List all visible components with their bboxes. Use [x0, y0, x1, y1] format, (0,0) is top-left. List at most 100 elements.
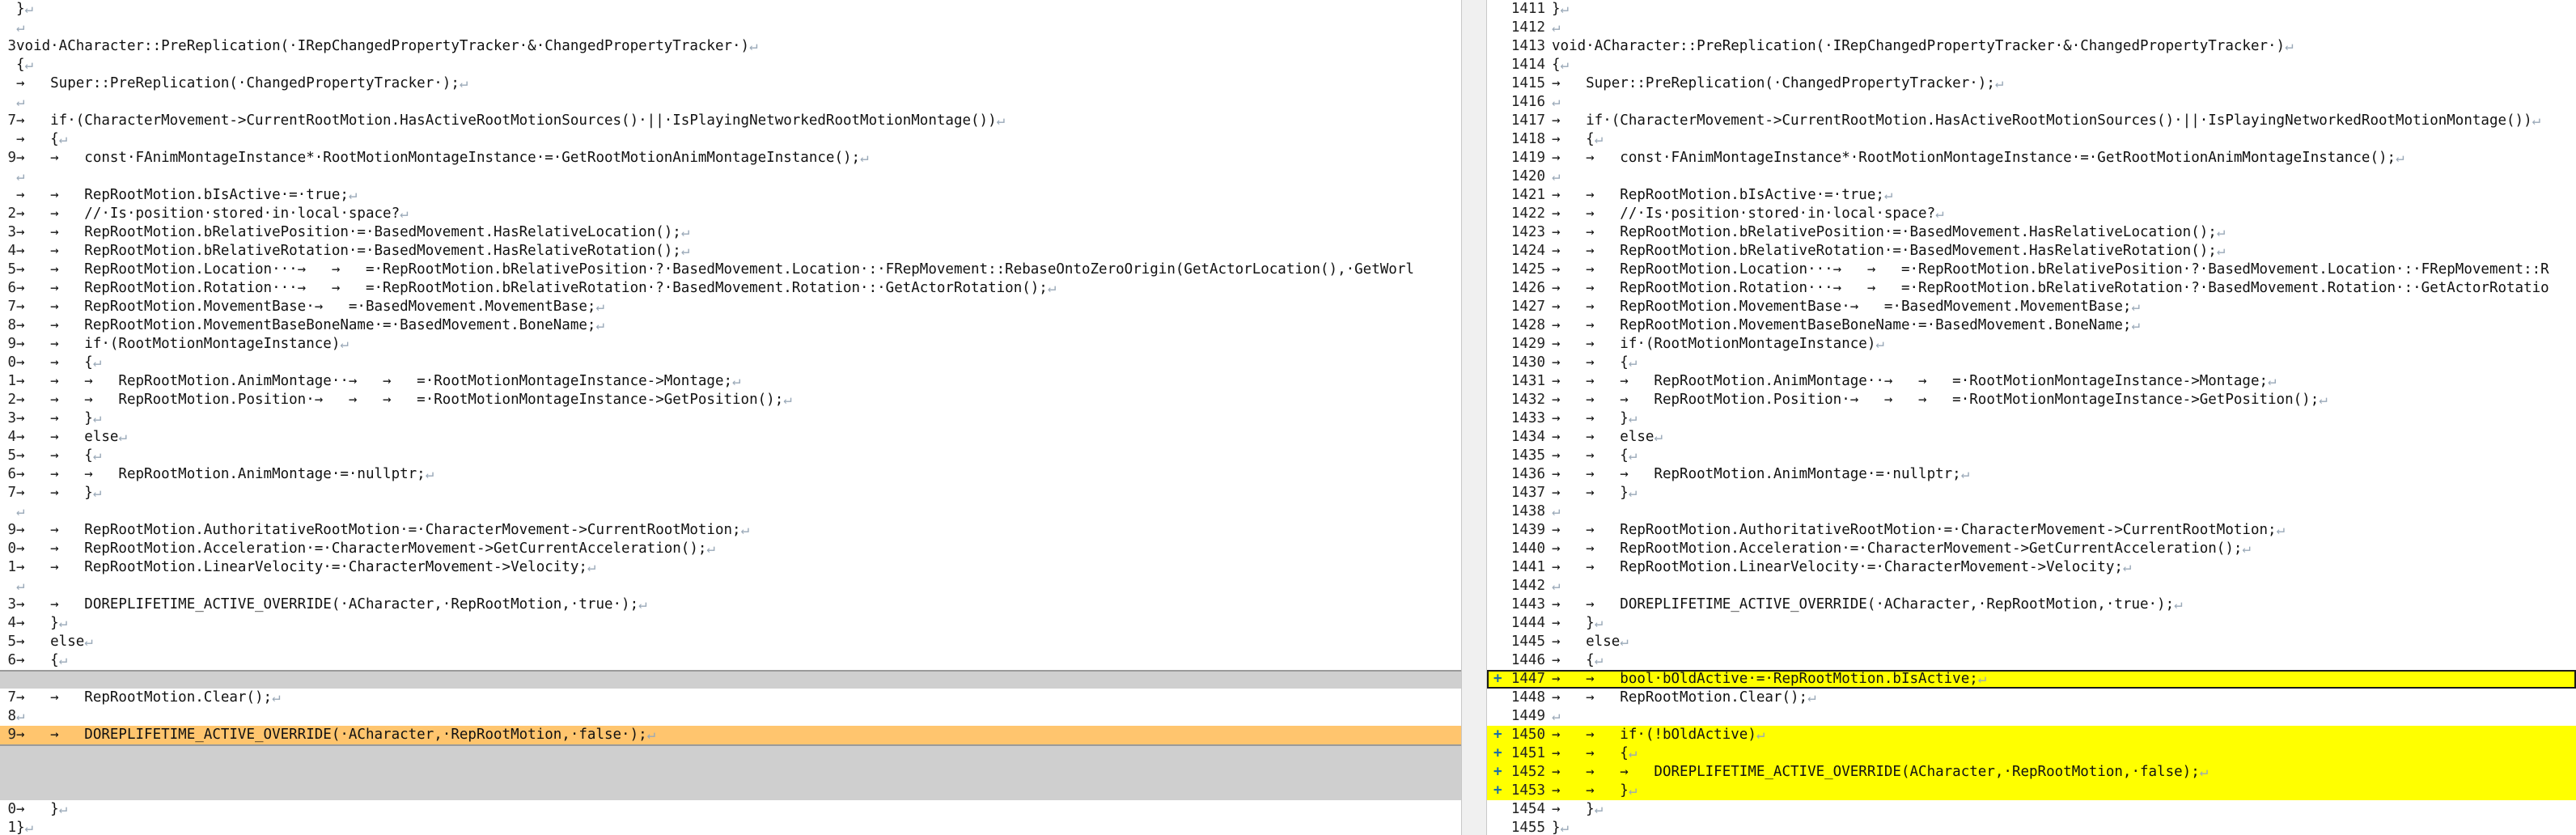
code-line[interactable]: +1450 → → if·(!bOldActive)↵ [1487, 726, 2576, 744]
code-line[interactable]: → {↵ [0, 130, 1461, 149]
code-line[interactable]: 2 → → //·Is·position·stored·in·local·spac… [0, 205, 1461, 223]
left-code-pane[interactable]: }↵ ↵ 3 void·ACharacter::PreReplication(·IRe… [0, 0, 1461, 835]
code-line[interactable]: 5 → → {↵ [0, 447, 1461, 465]
code-line[interactable]: 1444 → }↵ [1487, 614, 2576, 633]
code-line[interactable]: 1435 → → {↵ [1487, 447, 2576, 465]
code-text: → Super::PreReplication(·ChangedProperty… [16, 74, 468, 93]
line-number: 1446 [1510, 652, 1545, 668]
code-line[interactable]: 7 → → RepRootMotion.MovementBase·→ =·Base… [0, 298, 1461, 316]
code-line[interactable]: 6 → → RepRootMotion.Rotation···→ → =·RepR… [0, 279, 1461, 298]
code-line[interactable]: +1447 → → bool·bOldActive·=·RepRootMotion… [1487, 670, 2576, 689]
code-line[interactable]: 1419 → → const·FAnimMontageInstance*·Root… [1487, 149, 2576, 167]
code-line[interactable]: ↵ [0, 93, 1461, 112]
code-line[interactable]: 4 → }↵ [0, 614, 1461, 633]
code-line[interactable]: 8 → → RepRootMotion.MovementBaseBoneName·… [0, 316, 1461, 335]
code-line[interactable]: 9 → → if·(RootMotionMontageInstance)↵ [0, 335, 1461, 354]
code-line[interactable]: 3 void·ACharacter::PreReplication(·IRepCh… [0, 37, 1461, 56]
code-line[interactable]: 8 ↵ [0, 707, 1461, 726]
code-line[interactable]: ↵ [0, 19, 1461, 37]
code-line[interactable]: 1432 → → → RepRootMotion.Position·→ → → =… [1487, 391, 2576, 409]
code-line[interactable]: 0 → → RepRootMotion.Acceleration·=·Charac… [0, 540, 1461, 558]
code-line[interactable]: 1421 → → RepRootMotion.bIsActive·=·true;↵ [1487, 186, 2576, 205]
code-line[interactable]: +1451 → → {↵ [1487, 744, 2576, 763]
code-line[interactable]: 1 → → RepRootMotion.LinearVelocity·=·Char… [0, 558, 1461, 577]
code-line[interactable]: 1420 ↵ [1487, 167, 2576, 186]
code-line[interactable]: 1424 → → RepRootMotion.bRelativeRotation·… [1487, 242, 2576, 261]
code-line[interactable]: 5 → → RepRootMotion.Location···→ → =·RepR… [0, 261, 1461, 279]
code-line[interactable]: 9 → → DOREPLIFETIME_ACTIVE_OVERRIDE(·ACha… [0, 726, 1461, 744]
code-line[interactable]: 6 → → → RepRootMotion.AnimMontage·=·nullp… [0, 465, 1461, 484]
line-end-marker-icon: ↵ [595, 317, 604, 333]
code-line[interactable]: 1455}↵ [1487, 819, 2576, 835]
code-line[interactable]: 1412 ↵ [1487, 19, 2576, 37]
code-line[interactable]: 1427 → → RepRootMotion.MovementBase·→ =·B… [1487, 298, 2576, 316]
pane-splitter[interactable] [1461, 0, 1487, 835]
code-line[interactable]: 1434 → → else↵ [1487, 428, 2576, 447]
code-line[interactable]: 3 → → RepRootMotion.bRelativePosition·=·B… [0, 223, 1461, 242]
code-line[interactable]: 1411}↵ [1487, 0, 2576, 19]
code-line[interactable]: 1414 {↵ [1487, 56, 2576, 74]
code-line[interactable]: ↵ [0, 167, 1461, 186]
code-line[interactable]: 1 → → → RepRootMotion.AnimMontage··→ → =·… [0, 372, 1461, 391]
code-line[interactable]: 1438 ↵ [1487, 502, 2576, 521]
code-line[interactable] [0, 782, 1461, 800]
code-line[interactable]: {↵ [0, 56, 1461, 74]
code-line[interactable]: 3 → → DOREPLIFETIME_ACTIVE_OVERRIDE(·ACha… [0, 596, 1461, 614]
code-line[interactable]: 1430 → → {↵ [1487, 354, 2576, 372]
code-line[interactable]: 1433 → → }↵ [1487, 409, 2576, 428]
code-line[interactable]: 1422 → → //·Is·position·stored·in·local·s… [1487, 205, 2576, 223]
code-line[interactable]: 1446 → {↵ [1487, 651, 2576, 670]
code-text: → → RepRootMotion.AuthoritativeRootMotio… [1552, 521, 2285, 540]
code-line[interactable]: 7 → → RepRootMotion.Clear();↵ [0, 689, 1461, 707]
line-end-marker-icon: ↵ [638, 596, 647, 612]
code-line[interactable]: 1440 → → RepRootMotion.Acceleration·=·Cha… [1487, 540, 2576, 558]
code-line[interactable]: 3 → → }↵ [0, 409, 1461, 428]
code-line[interactable]: +1452 → → → DOREPLIFETIME_ACTIVE_OVERRIDE… [1487, 763, 2576, 782]
code-line[interactable]: 1441 → → RepRootMotion.LinearVelocity·=·C… [1487, 558, 2576, 577]
code-line[interactable]: 1429 → → if·(RootMotionMontageInstance)↵ [1487, 335, 2576, 354]
code-line[interactable]: 1413 void·ACharacter::PreReplication(·IRe… [1487, 37, 2576, 56]
code-line[interactable]: 1426 → → RepRootMotion.Rotation···→ → =·R… [1487, 279, 2576, 298]
right-code-pane[interactable]: 1411}↵ 1412 ↵ 1413 void·ACharacter::PreRepli… [1487, 0, 2576, 835]
code-line[interactable]: 1436 → → → RepRootMotion.AnimMontage·=·nu… [1487, 465, 2576, 484]
code-line[interactable]: 4 → → RepRootMotion.bRelativeRotation·=·B… [0, 242, 1461, 261]
code-line[interactable]: 1425 → → RepRootMotion.Location···→ → =·R… [1487, 261, 2576, 279]
code-line[interactable]: 1454 → }↵ [1487, 800, 2576, 819]
code-line[interactable]: 1442 ↵ [1487, 577, 2576, 596]
code-line[interactable]: 6 → {↵ [0, 651, 1461, 670]
code-line[interactable]: 2 → → → RepRootMotion.Position·→ → → =·Ro… [0, 391, 1461, 409]
code-line[interactable]: 1428 → → RepRootMotion.MovementBaseBoneNa… [1487, 316, 2576, 335]
code-line[interactable]: 1448 → → RepRootMotion.Clear();↵ [1487, 689, 2576, 707]
line-number: 1416 [1510, 94, 1545, 110]
code-line[interactable]: }↵ [0, 0, 1461, 19]
code-line[interactable]: ↵ [0, 577, 1461, 596]
code-line[interactable]: 1443 → → DOREPLIFETIME_ACTIVE_OVERRIDE(·A… [1487, 596, 2576, 614]
code-line[interactable]: 1439 → → RepRootMotion.AuthoritativeRootM… [1487, 521, 2576, 540]
code-line[interactable]: +1453 → → }↵ [1487, 782, 2576, 800]
code-line[interactable]: 1415 → Super::PreReplication(·ChangedProp… [1487, 74, 2576, 93]
code-line[interactable]: → Super::PreReplication(·ChangedProperty… [0, 74, 1461, 93]
code-line[interactable]: 1418 → {↵ [1487, 130, 2576, 149]
code-line[interactable] [0, 763, 1461, 782]
code-line[interactable]: 1417 → if·(CharacterMovement->CurrentRoot… [1487, 112, 2576, 130]
code-line[interactable]: 5 → else↵ [0, 633, 1461, 651]
code-line[interactable]: 1}↵ [0, 819, 1461, 835]
code-line[interactable]: 7 → if·(CharacterMovement->CurrentRootMot… [0, 112, 1461, 130]
code-line[interactable]: 1449 ↵ [1487, 707, 2576, 726]
code-line[interactable]: 0 → }↵ [0, 800, 1461, 819]
code-line[interactable]: 1437 → → }↵ [1487, 484, 2576, 502]
line-number: 1435 [1510, 447, 1545, 464]
code-line[interactable]: 9 → → RepRootMotion.AuthoritativeRootMoti… [0, 521, 1461, 540]
code-line[interactable]: ↵ [0, 502, 1461, 521]
code-line[interactable] [0, 744, 1461, 763]
code-line[interactable]: 1416 ↵ [1487, 93, 2576, 112]
code-line[interactable] [0, 670, 1461, 689]
code-line[interactable]: 9 → → const·FAnimMontageInstance*·RootMot… [0, 149, 1461, 167]
code-line[interactable]: 1431 → → → RepRootMotion.AnimMontage··→ →… [1487, 372, 2576, 391]
code-line[interactable]: 1445 → else↵ [1487, 633, 2576, 651]
code-line[interactable]: 0 → → {↵ [0, 354, 1461, 372]
code-line[interactable]: 7 → → }↵ [0, 484, 1461, 502]
code-line[interactable]: → → RepRootMotion.bIsActive·=·true;↵ [0, 186, 1461, 205]
code-line[interactable]: 4 → → else↵ [0, 428, 1461, 447]
code-line[interactable]: 1423 → → RepRootMotion.bRelativePosition·… [1487, 223, 2576, 242]
